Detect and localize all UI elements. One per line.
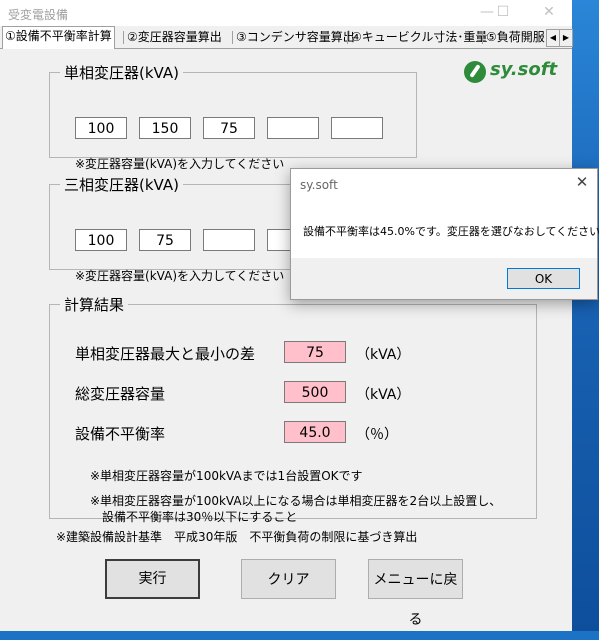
single-phase-note: ※変圧器容量(kVA)を入力してください — [75, 157, 285, 171]
results-note-2-line-1: ※単相変圧器容量が100kVA以上になる場合は単相変圧器を2台以上設置し、 — [90, 494, 502, 508]
three-phase-input-1[interactable]: 100 — [75, 229, 127, 251]
results-group: 計算結果 単相変圧器最大と最小の差 75 （kVA） 総変圧器容量 500 （k… — [49, 294, 537, 524]
back-to-menu-button[interactable]: メニューに戻る — [368, 559, 463, 628]
tab-unbalance-rate[interactable]: ①設備不平衡率計算 — [2, 26, 115, 49]
single-phase-legend: 単相変圧器(kVA) — [64, 64, 179, 82]
dialog-footer: OK — [291, 258, 597, 299]
dialog-message: 設備不平衡率は45.0%です。変圧器を選びなおしてください。 — [303, 225, 599, 238]
tab-separator — [123, 31, 124, 44]
dialog-title: sy.soft — [300, 178, 338, 192]
close-button[interactable]: ✕ — [532, 0, 566, 26]
unbalance-rate-label: 設備不平衡率 — [75, 425, 166, 443]
single-phase-group: 単相変圧器(kVA) 100 150 75 ※変圧器容量(kVA)を入力してくだ… — [49, 62, 417, 171]
desktop-background — [572, 0, 599, 631]
tab-transformer-capacity[interactable]: ②変圧器容量算出 — [125, 28, 224, 47]
total-capacity-unit: （kVA） — [356, 387, 411, 403]
alert-dialog: sy.soft ✕ 設備不平衡率は45.0%です。変圧器を選びなおしてください。… — [290, 168, 599, 300]
logo-mark-icon — [464, 61, 486, 83]
tab-scroll-left-button[interactable]: ◀ — [546, 29, 560, 47]
max-min-diff-label: 単相変圧器最大と最小の差 — [75, 345, 256, 363]
single-phase-input-5[interactable] — [331, 117, 383, 139]
three-phase-input-3[interactable] — [203, 229, 255, 251]
max-min-diff-value: 75 — [284, 341, 346, 363]
three-phase-note: ※変圧器容量(kVA)を入力してください — [75, 269, 285, 283]
results-note-2-line-2: 設備不平衡率は30％以下にすること — [102, 510, 298, 524]
unbalance-rate-unit: （％） — [356, 427, 398, 443]
tab-scroll-right-button[interactable]: ▶ — [559, 29, 573, 47]
single-phase-input-4[interactable] — [267, 117, 319, 139]
results-legend: 計算結果 — [64, 296, 125, 314]
single-phase-input-1[interactable]: 100 — [75, 117, 127, 139]
three-phase-legend: 三相変圧器(kVA) — [64, 176, 179, 194]
total-capacity-value: 500 — [284, 381, 346, 403]
single-phase-input-3[interactable]: 75 — [203, 117, 255, 139]
tab-separator — [482, 31, 483, 44]
three-phase-input-2[interactable]: 75 — [139, 229, 191, 251]
clear-button[interactable]: クリア — [241, 559, 336, 599]
tab-capacitor-capacity[interactable]: ③コンデンサ容量算出 — [234, 28, 357, 47]
tab-strip: ①設備不平衡率計算 ②変圧器容量算出 ③コンデンサ容量算出 ④キュービクル寸法･… — [0, 26, 573, 49]
run-button[interactable]: 実行 — [105, 559, 200, 599]
dialog-close-icon[interactable]: ✕ — [573, 173, 591, 191]
tab-separator — [347, 31, 348, 44]
dialog-ok-button[interactable]: OK — [507, 268, 580, 289]
tab-separator — [232, 31, 233, 44]
maximize-button[interactable]: ☐ — [486, 0, 520, 26]
single-phase-input-2[interactable]: 150 — [139, 117, 191, 139]
logo-text: sy.soft — [490, 59, 558, 80]
main-window: 受変電設備 — ☐ ✕ ①設備不平衡率計算 ②変圧器容量算出 ③コンデンサ容量算… — [0, 0, 573, 631]
total-capacity-label: 総変圧器容量 — [75, 385, 166, 403]
tab-cubicle-size[interactable]: ④キュービクル寸法･重量 — [349, 28, 489, 47]
tab-load-switch[interactable]: ⑤負荷開服 — [484, 28, 548, 47]
unbalance-rate-value: 45.0 — [284, 421, 346, 443]
window-title: 受変電設備 — [8, 8, 69, 22]
standard-reference-note: ※建築設備設計基準 平成30年版 不平衡負荷の制限に基づき算出 — [56, 530, 418, 544]
max-min-diff-unit: （kVA） — [356, 347, 411, 363]
results-note-1: ※単相変圧器容量が100kVAまでは1台設置OKです — [90, 469, 363, 483]
title-bar: 受変電設備 — ☐ ✕ — [0, 0, 572, 26]
